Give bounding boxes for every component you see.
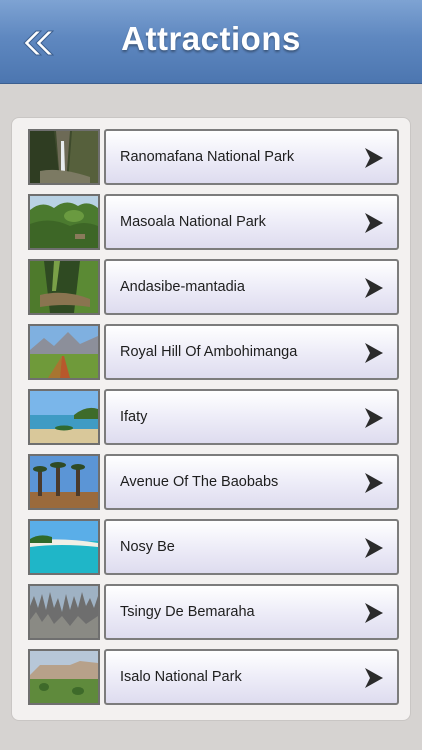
list-item[interactable]: Avenue Of The Baobabs [28,454,399,510]
attraction-button[interactable]: Isalo National Park [104,649,399,705]
attraction-thumbnail [28,519,100,575]
attraction-label: Masoala National Park [120,214,266,230]
list-item[interactable]: Nosy Be [28,519,399,575]
attraction-label: Ifaty [120,409,148,425]
attraction-button[interactable]: Andasibe-mantadia [104,259,399,315]
attraction-thumbnail [28,194,100,250]
chevron-right-icon [365,343,383,363]
attraction-label: Royal Hill Of Ambohimanga [120,344,298,360]
attraction-label: Ranomafana National Park [120,149,295,165]
attraction-thumbnail [28,584,100,640]
header-bar: Attractions [0,0,422,84]
attractions-list: Ranomafana National Park Masoala Nationa… [11,117,411,721]
attraction-thumbnail [28,129,100,185]
chevron-right-icon [365,603,383,623]
list-item[interactable]: Royal Hill Of Ambohimanga [28,324,399,380]
chevron-right-icon [365,278,383,298]
attraction-label: Isalo National Park [120,669,242,685]
attraction-button[interactable]: Ranomafana National Park [104,129,399,185]
attraction-thumbnail [28,454,100,510]
attraction-button[interactable]: Ifaty [104,389,399,445]
attraction-label: Avenue Of The Baobabs [120,474,279,490]
chevron-right-icon [365,148,383,168]
chevron-right-icon [365,538,383,558]
list-item[interactable]: Ranomafana National Park [28,129,399,185]
attraction-button[interactable]: Masoala National Park [104,194,399,250]
list-item[interactable]: Masoala National Park [28,194,399,250]
attraction-thumbnail [28,389,100,445]
attraction-button[interactable]: Avenue Of The Baobabs [104,454,399,510]
attraction-label: Tsingy De Bemaraha [120,604,255,620]
list-item[interactable]: Isalo National Park [28,649,399,705]
list-item[interactable]: Tsingy De Bemaraha [28,584,399,640]
attraction-label: Nosy Be [120,539,175,555]
chevron-right-icon [365,408,383,428]
attraction-button[interactable]: Nosy Be [104,519,399,575]
list-item[interactable]: Andasibe-mantadia [28,259,399,315]
list-item[interactable]: Ifaty [28,389,399,445]
attraction-label: Andasibe-mantadia [120,279,245,295]
attraction-button[interactable]: Royal Hill Of Ambohimanga [104,324,399,380]
chevron-right-icon [365,213,383,233]
chevron-right-icon [365,473,383,493]
chevron-right-icon [365,668,383,688]
page-title: Attractions [121,20,301,57]
attraction-button[interactable]: Tsingy De Bemaraha [104,584,399,640]
attraction-thumbnail [28,649,100,705]
attraction-thumbnail [28,259,100,315]
attraction-thumbnail [28,324,100,380]
